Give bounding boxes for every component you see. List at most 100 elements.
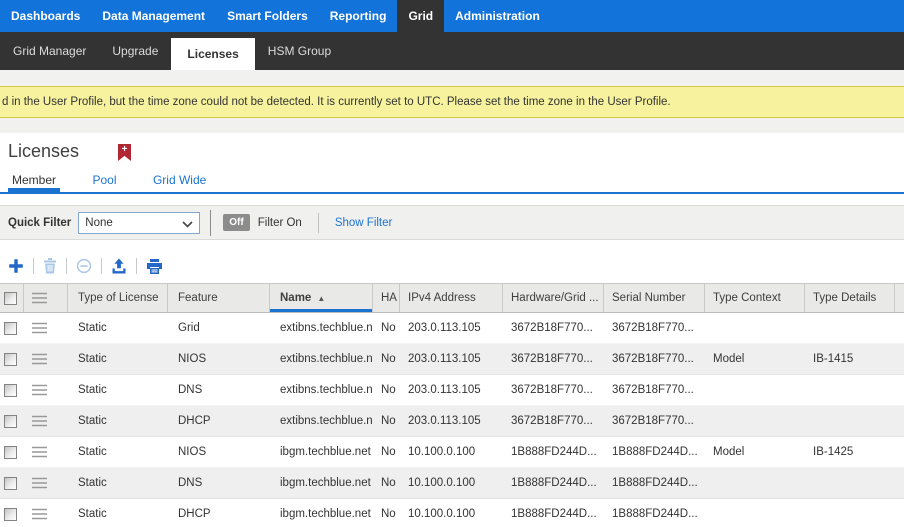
tab-grid-wide[interactable]: Grid Wide <box>149 168 210 192</box>
table-row[interactable]: Static DNS extibns.techblue.net No 203.0… <box>0 375 904 406</box>
menu-handle-icon[interactable] <box>31 292 48 304</box>
nav-item-data-management[interactable]: Data Management <box>91 0 216 32</box>
row-checkbox[interactable] <box>4 477 17 490</box>
timezone-warning-banner: d in the User Profile, but the time zone… <box>0 86 904 118</box>
cell-hardware-grid: 1B888FD244D... <box>503 437 604 467</box>
row-checkbox[interactable] <box>4 353 17 366</box>
table-header: Type of License Feature Name▲ HA IPv4 Ad… <box>0 283 904 313</box>
show-filter-link[interactable]: Show Filter <box>335 217 393 229</box>
cell-feature: DHCP <box>168 499 270 527</box>
table-row[interactable]: Static NIOS extibns.techblue.net No 203.… <box>0 344 904 375</box>
cell-type-context <box>705 406 805 436</box>
row-checkbox-cell <box>0 437 24 467</box>
col-header-type-details[interactable]: Type Details <box>805 284 895 312</box>
cell-ha: No <box>373 437 400 467</box>
header-menu-cell <box>24 284 68 312</box>
menu-handle-icon[interactable] <box>31 353 48 365</box>
top-nav: Dashboards Data Management Smart Folders… <box>0 0 904 32</box>
table-row[interactable]: Static DHCP ibgm.techblue.net No 10.100.… <box>0 499 904 527</box>
col-header-type-of-license[interactable]: Type of License <box>68 284 168 312</box>
toolbar-divider <box>33 258 34 274</box>
menu-handle-icon[interactable] <box>31 446 48 458</box>
cell-type-context: Model <box>705 344 805 374</box>
row-checkbox[interactable] <box>4 446 17 459</box>
cell-ipv4-address: 203.0.113.105 <box>400 375 503 405</box>
menu-handle-icon[interactable] <box>31 322 48 334</box>
cell-type-details: IB-1415 <box>805 344 895 374</box>
cell-hardware-grid: 1B888FD244D... <box>503 499 604 527</box>
quick-filter-select[interactable]: None <box>78 212 200 234</box>
chevron-down-icon <box>182 221 193 228</box>
subnav-item-upgrade[interactable]: Upgrade <box>99 32 171 70</box>
table-row[interactable]: Static NIOS ibgm.techblue.net No 10.100.… <box>0 437 904 468</box>
nav-item-reporting[interactable]: Reporting <box>319 0 398 32</box>
nav-item-smart-folders[interactable]: Smart Folders <box>216 0 319 32</box>
row-spacer <box>895 344 904 374</box>
table-row[interactable]: Static DHCP extibns.techblue.net No 203.… <box>0 406 904 437</box>
delete-button[interactable] <box>41 258 59 274</box>
filter-toggle-button[interactable]: Off <box>223 214 249 231</box>
row-menu-cell <box>24 499 68 527</box>
cell-name: extibns.techblue.net <box>270 344 373 374</box>
nav-item-administration[interactable]: Administration <box>444 0 551 32</box>
row-checkbox-cell <box>0 344 24 374</box>
cell-ipv4-address: 10.100.0.100 <box>400 437 503 467</box>
cell-type-of-license: Static <box>68 313 168 343</box>
row-checkbox[interactable] <box>4 384 17 397</box>
cell-hardware-grid: 3672B18F770... <box>503 375 604 405</box>
upload-button[interactable] <box>109 258 129 274</box>
nav-item-dashboards[interactable]: Dashboards <box>0 0 91 32</box>
print-button[interactable] <box>144 259 165 274</box>
menu-handle-icon[interactable] <box>31 508 48 520</box>
cell-type-of-license: Static <box>68 375 168 405</box>
menu-handle-icon[interactable] <box>31 384 48 396</box>
trash-icon <box>43 258 57 274</box>
col-header-hardware-grid[interactable]: Hardware/Grid ... <box>503 284 604 312</box>
tab-pool[interactable]: Pool <box>88 168 120 192</box>
row-checkbox-cell <box>0 406 24 436</box>
cell-ipv4-address: 203.0.113.105 <box>400 313 503 343</box>
col-header-type-context[interactable]: Type Context <box>705 284 805 312</box>
cell-hardware-grid: 3672B18F770... <box>503 313 604 343</box>
menu-handle-icon[interactable] <box>31 477 48 489</box>
cell-hardware-grid: 3672B18F770... <box>503 344 604 374</box>
table-row[interactable]: Static Grid extibns.techblue.net No 203.… <box>0 313 904 344</box>
subnav-item-grid-manager[interactable]: Grid Manager <box>0 32 99 70</box>
col-header-name-label: Name <box>280 292 311 304</box>
row-checkbox-cell <box>0 499 24 527</box>
cell-type-of-license: Static <box>68 406 168 436</box>
row-checkbox[interactable] <box>4 508 17 521</box>
cell-ha: No <box>373 499 400 527</box>
cell-hardware-grid: 1B888FD244D... <box>503 468 604 498</box>
add-button[interactable] <box>6 258 26 274</box>
cell-type-details: IB-1425 <box>805 437 895 467</box>
row-menu-cell <box>24 375 68 405</box>
col-header-ha[interactable]: HA <box>373 284 400 312</box>
row-menu-cell <box>24 468 68 498</box>
select-all-checkbox[interactable] <box>4 292 17 305</box>
toolbar-divider <box>136 258 137 274</box>
subnav-item-hsm-group[interactable]: HSM Group <box>255 32 344 70</box>
cell-feature: DNS <box>168 375 270 405</box>
row-menu-cell <box>24 344 68 374</box>
col-header-ipv4-address[interactable]: IPv4 Address <box>400 284 503 312</box>
subnav-item-licenses[interactable]: Licenses <box>171 38 254 70</box>
row-spacer <box>895 468 904 498</box>
quick-filter-bar: Quick Filter None Off Filter On Show Fil… <box>0 205 904 240</box>
row-checkbox[interactable] <box>4 415 17 428</box>
menu-handle-icon[interactable] <box>31 415 48 427</box>
plus-icon <box>8 258 24 274</box>
cell-name: extibns.techblue.net <box>270 375 373 405</box>
col-header-serial-number[interactable]: Serial Number <box>604 284 705 312</box>
cell-serial-number: 3672B18F770... <box>604 406 705 436</box>
exclude-button[interactable] <box>74 258 94 274</box>
cell-feature: NIOS <box>168 344 270 374</box>
table-row[interactable]: Static DNS ibgm.techblue.net No 10.100.0… <box>0 468 904 499</box>
row-checkbox[interactable] <box>4 322 17 335</box>
col-header-name[interactable]: Name▲ <box>270 284 373 312</box>
cell-ipv4-address: 10.100.0.100 <box>400 468 503 498</box>
nav-item-grid[interactable]: Grid <box>397 0 444 32</box>
bookmark-icon[interactable]: + <box>118 144 131 161</box>
tab-member[interactable]: Member <box>8 168 60 192</box>
col-header-feature[interactable]: Feature <box>168 284 270 312</box>
